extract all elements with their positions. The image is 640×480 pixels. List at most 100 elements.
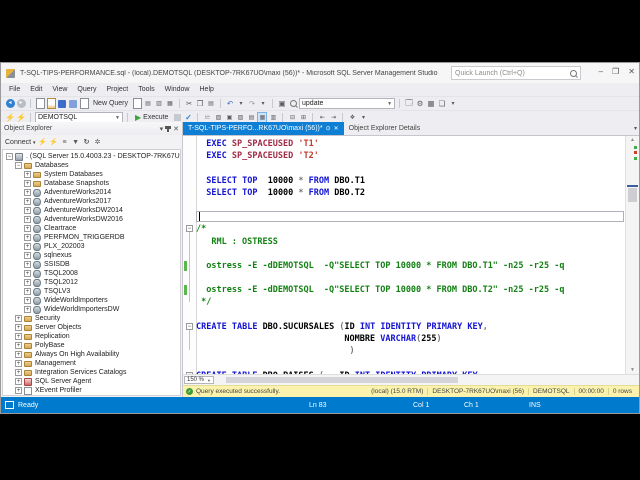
expand-icon[interactable]: + (24, 225, 31, 232)
tree-item[interactable]: + PolyBase (3, 341, 180, 350)
new-project-icon[interactable] (35, 98, 45, 109)
paste-icon[interactable]: ▤ (206, 98, 216, 109)
nav-forward-button[interactable]: ▸ (16, 98, 26, 109)
tree-item[interactable]: + Cleartrace (3, 224, 180, 233)
tree-item[interactable]: + TSQL2008 (3, 269, 180, 278)
tree-item[interactable]: + TSQLV3 (3, 287, 180, 296)
close-button[interactable]: ✕ (628, 67, 635, 77)
tree-item[interactable]: + WideWorldImportersDW (3, 305, 180, 314)
analysis-query-icon[interactable]: ▤ (143, 98, 153, 109)
tree-item[interactable]: + AdventureWorksDW2014 (3, 206, 180, 215)
expand-icon[interactable]: + (15, 387, 22, 394)
find-icon[interactable] (288, 98, 298, 109)
tab-pin-icon[interactable]: ⊙ (326, 125, 331, 132)
tree-item[interactable]: + System Databases (3, 170, 180, 179)
tree-item[interactable]: + AdventureWorks2014 (3, 188, 180, 197)
expand-icon[interactable]: + (15, 342, 22, 349)
template-explorer-icon[interactable]: ▦ (426, 98, 436, 109)
collapse-icon[interactable]: − (15, 162, 22, 169)
tree-item[interactable]: + Integration Services Catalogs (3, 368, 180, 377)
save-icon[interactable] (57, 98, 67, 109)
expand-icon[interactable]: + (15, 333, 22, 340)
nav-back-button[interactable]: ◂ (5, 98, 15, 109)
new-query-button[interactable]: New Query (90, 100, 131, 107)
new-db-engine-query-icon[interactable] (132, 98, 142, 109)
chevron-down-icon[interactable]: ▼ (384, 101, 392, 107)
undo-button[interactable]: ↶ (225, 98, 235, 109)
redo-button[interactable]: ↷ (247, 98, 257, 109)
expand-icon[interactable]: + (24, 261, 31, 268)
scroll-up-icon[interactable]: ▲ (626, 137, 639, 143)
tree-item[interactable]: + Always On High Availability (3, 350, 180, 359)
expand-icon[interactable]: + (24, 243, 31, 250)
menu-project[interactable]: Project (101, 86, 133, 93)
horizontal-scrollbar[interactable] (216, 376, 638, 384)
refresh-icon[interactable]: ↻ (83, 138, 91, 146)
expand-icon[interactable]: + (24, 207, 31, 214)
scroll-down-icon[interactable]: ▼ (626, 367, 639, 373)
tree-item[interactable]: + Management (3, 359, 180, 368)
expand-icon[interactable]: + (15, 369, 22, 376)
expand-icon[interactable]: + (24, 216, 31, 223)
expand-icon[interactable]: + (24, 189, 31, 196)
chevron-down-icon[interactable]: ▼ (112, 115, 120, 121)
connect-dropdown[interactable]: Connect ▾ (5, 139, 36, 146)
tree-item[interactable]: + WideWorldImporters (3, 296, 180, 305)
redo-dropdown-icon[interactable]: ▾ (258, 98, 268, 109)
find-combobox[interactable]: update ▼ (299, 98, 396, 109)
tree-item[interactable]: − Databases (3, 161, 180, 170)
tree-item[interactable]: + Security (3, 314, 180, 323)
tree-item[interactable]: + SSISDB (3, 260, 180, 269)
tree-item[interactable]: + PLX_202003 (3, 242, 180, 251)
menu-query[interactable]: Query (72, 86, 101, 93)
expand-icon[interactable]: + (24, 306, 31, 313)
toolbar-options-dropdown-icon[interactable]: ▾ (448, 98, 458, 109)
quick-launch-input[interactable]: Quick Launch (Ctrl+Q) (451, 66, 581, 80)
menu-tools[interactable]: Tools (133, 86, 159, 93)
expand-icon[interactable]: + (24, 297, 31, 304)
pin-icon[interactable] (165, 125, 172, 132)
tree-item[interactable]: + AdventureWorksDW2016 (3, 215, 180, 224)
tab-query-document[interactable]: T-SQL-TIPS-PERFO...RK67UO\maxi (56))* ⊙ … (183, 122, 344, 135)
expand-icon[interactable]: + (24, 198, 31, 205)
dmx-query-icon[interactable]: ▦ (165, 98, 175, 109)
new-query-icon[interactable] (79, 98, 89, 109)
menu-view[interactable]: View (47, 86, 72, 93)
expand-icon[interactable]: + (15, 315, 22, 322)
expand-icon[interactable]: + (24, 180, 31, 187)
expand-icon[interactable]: + (15, 360, 22, 367)
expand-icon[interactable]: + (24, 279, 31, 286)
fold-collapse-icon[interactable]: − (186, 225, 193, 233)
properties-window-icon[interactable]: ⚙ (415, 98, 425, 109)
code-text-area[interactable]: EXEC SP_SPACEUSED 'T1' EXEC SP_SPACEUSED… (196, 138, 625, 374)
expand-icon[interactable]: + (15, 324, 22, 331)
tree-item[interactable]: + Server Objects (3, 323, 180, 332)
expand-icon[interactable]: + (24, 270, 31, 277)
activity-monitor-icon[interactable]: ▣ (277, 98, 287, 109)
tree-item[interactable]: + PERFMON_TRIGGERDB (3, 233, 180, 242)
restore-button[interactable]: ❐ (612, 67, 619, 77)
disconnect-icon[interactable]: ⚡ (38, 138, 47, 146)
menu-file[interactable]: File (4, 86, 25, 93)
mdx-query-icon[interactable]: ▥ (154, 98, 164, 109)
scrollbar-thumb[interactable] (628, 188, 637, 202)
expand-icon[interactable]: + (15, 351, 22, 358)
tab-overflow-icon[interactable]: ▾ (634, 125, 637, 132)
object-explorer-tree[interactable]: −. (SQL Server 15.0.4003.23 - DESKTOP-7R… (2, 149, 181, 396)
expand-icon[interactable]: + (24, 234, 31, 241)
expand-icon[interactable]: + (24, 288, 31, 295)
collapse-icon[interactable]: − (6, 153, 13, 160)
panel-menu-icon[interactable]: ▾ (160, 125, 164, 133)
stop-icon[interactable]: ⚡ (49, 138, 58, 146)
vertical-scrollbar[interactable]: ▲ ▼ (625, 136, 639, 374)
filter-equals-icon[interactable]: ≡ (61, 138, 69, 146)
zoom-level-combobox[interactable]: 150 % ▼ (184, 376, 214, 384)
panel-close-icon[interactable]: ✕ (173, 125, 179, 133)
tree-item[interactable]: + AdventureWorks2017 (3, 197, 180, 206)
undo-dropdown-icon[interactable]: ▾ (236, 98, 246, 109)
tree-item[interactable]: + XEvent Profiler (3, 386, 180, 395)
expand-icon[interactable]: + (24, 252, 31, 259)
fold-collapse-icon[interactable]: − (186, 323, 193, 330)
menu-edit[interactable]: Edit (25, 86, 47, 93)
cut-icon[interactable]: ✂ (184, 98, 194, 109)
